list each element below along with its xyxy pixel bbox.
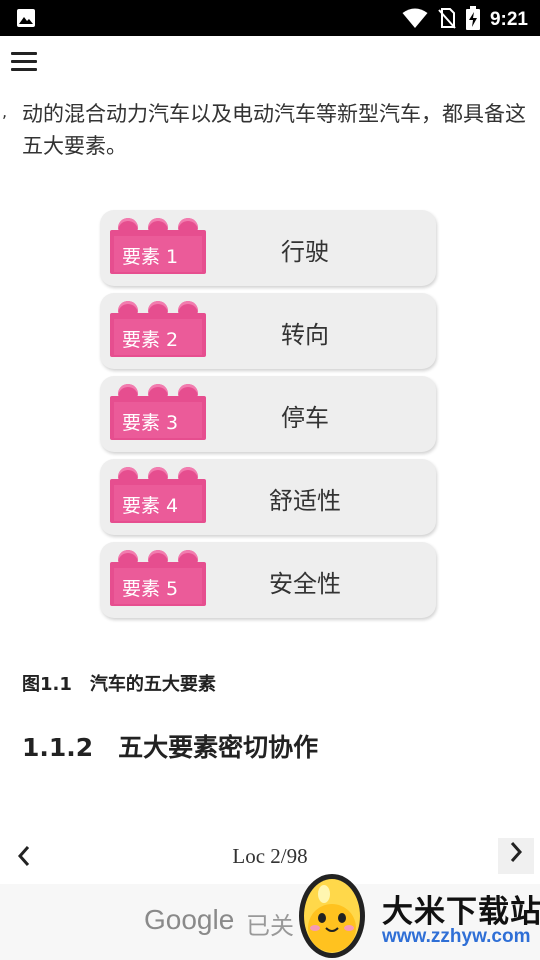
status-bar: 9:21 [0,0,540,36]
element-row-5: 要素 5 安全性 [100,542,436,618]
element-badge: 要素 3 [122,412,179,434]
element-row-3: 要素 3 停车 [100,376,436,452]
element-row-2: 要素 2 转向 [100,293,436,369]
battery-charging-icon [465,6,480,34]
hamburger-menu-icon[interactable] [8,48,40,76]
watermark-title: 大米下载站 [382,894,540,930]
lego-brick-icon: 要素 4 [110,467,206,523]
chevron-left-icon[interactable] [10,842,38,874]
element-name: 安全性 [269,570,341,598]
lego-brick-icon: 要素 2 [110,301,206,357]
no-sim-icon [438,7,456,33]
lego-brick-icon: 要素 3 [110,384,206,440]
element-name: 停车 [281,404,329,432]
lego-brick-icon: 要素 1 [110,218,206,274]
rice-mascot-logo [299,874,365,958]
site-watermark: 大米下载站 www.zzhyw.com [296,866,540,960]
body-paragraph: 动的混合动力汽车以及电动汽车等新型汽车，都具备这五大要素。 [22,102,526,158]
element-badge: 要素 5 [122,578,179,600]
section-heading: 1.1.2 五大要素密切协作 [22,733,319,762]
element-name: 舒适性 [269,487,341,515]
element-badge: 要素 1 [122,246,179,268]
gallery-icon [16,9,36,32]
ad-closed-text: 已关 [246,912,294,940]
watermark-url: www.zzhyw.com [382,926,531,947]
status-time: 9:21 [489,9,528,30]
lego-brick-icon: 要素 5 [110,550,206,606]
ad-brand: Google [144,904,235,935]
wifi-icon [402,7,428,33]
element-name: 行驶 [281,238,329,266]
element-name: 转向 [281,321,329,349]
element-row-1: 要素 1 行驶 [100,210,436,286]
element-badge: 要素 4 [122,495,179,517]
reading-content: , 动的混合动力汽车以及电动汽车等新型汽车，都具备这五大要素。 要素 1 行驶 … [0,88,540,828]
figure-caption: 图1.1 汽车的五大要素 [22,674,216,695]
app-bar [0,36,540,88]
page-edge-mark: , [2,102,8,121]
element-badge: 要素 2 [122,329,179,351]
element-row-4: 要素 4 舒适性 [100,459,436,535]
five-elements-figure: 要素 1 行驶 要素 2 转向 要素 3 停车 要素 4 舒适性 要素 5 安全… [100,210,438,622]
